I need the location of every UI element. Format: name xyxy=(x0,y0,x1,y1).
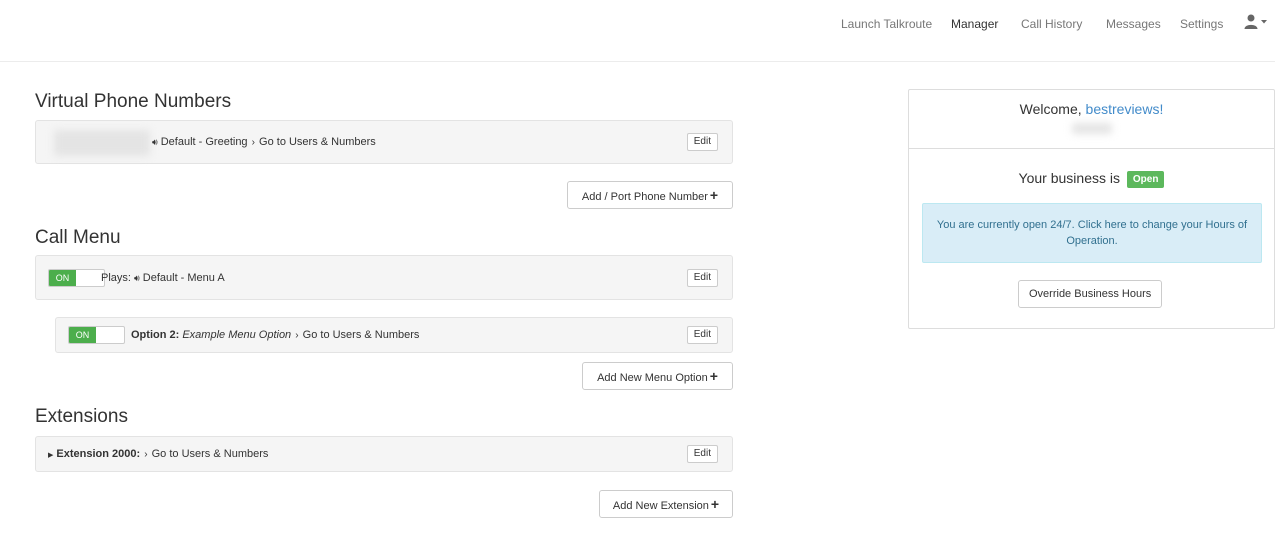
chevron-right-icon: › xyxy=(251,137,255,148)
call-menu-row: ON Plays: 🔊︎ Default - Menu A Edit xyxy=(35,255,733,300)
top-navigation: Launch Talkroute Manager Call History Me… xyxy=(0,0,1275,62)
welcome-message: Welcome, bestreviews! xyxy=(909,101,1274,117)
chevron-right-icon: › xyxy=(144,449,148,460)
nav-manager[interactable]: Manager xyxy=(951,17,998,31)
menu-name: Default - Menu A xyxy=(142,271,225,284)
extension-row: ▶ Extension 2000: › Go to Users & Numbers… xyxy=(35,436,733,472)
hours-of-operation-notice[interactable]: You are currently open 24/7. Click here … xyxy=(922,203,1262,263)
add-new-menu-option-button[interactable]: Add New Menu Option + xyxy=(582,362,733,390)
status-badge: Open xyxy=(1126,170,1165,188)
add-new-extension-button[interactable]: Add New Extension + xyxy=(599,490,733,518)
add-port-phone-number-label: Add / Port Phone Number xyxy=(581,191,708,203)
destination-label: Go to Users & Numbers xyxy=(302,329,420,341)
business-status: Your business is Open xyxy=(909,170,1274,188)
destination-label: Go to Users & Numbers xyxy=(259,136,376,148)
menu-option-toggle[interactable]: ON xyxy=(68,326,125,344)
override-business-hours-button[interactable]: Override Business Hours xyxy=(1018,280,1163,308)
business-status-panel: Welcome, bestreviews! Your business is O… xyxy=(908,89,1275,329)
plus-icon: + xyxy=(709,368,718,384)
destination-label: Go to Users & Numbers xyxy=(151,448,269,460)
username-link[interactable]: bestreviews! xyxy=(1086,101,1164,117)
redacted-phone-number xyxy=(54,130,150,156)
plus-icon: + xyxy=(710,496,720,512)
virtual-number-row: 🔊︎ Default - Greeting › Go to Users & Nu… xyxy=(35,120,733,164)
user-menu-icon[interactable] xyxy=(1244,14,1268,30)
speaker-icon[interactable]: 🔊︎ xyxy=(134,273,140,283)
user-icon xyxy=(1244,14,1267,29)
panel-divider xyxy=(909,148,1274,149)
option-name: Example Menu Option xyxy=(182,329,292,341)
extension-details: ▶ Extension 2000: › Go to Users & Numbers xyxy=(48,448,268,460)
welcome-prefix: Welcome, xyxy=(1019,101,1082,117)
chevron-right-icon: › xyxy=(295,330,299,341)
add-port-phone-number-button[interactable]: Add / Port Phone Number + xyxy=(567,181,733,209)
add-menu-option-label: Add New Menu Option xyxy=(597,372,708,384)
edit-menu-option-button[interactable]: Edit xyxy=(686,326,718,344)
virtual-phone-numbers-title: Virtual Phone Numbers xyxy=(35,91,232,112)
toggle-on-label: ON xyxy=(49,269,76,286)
virtual-number-routing: 🔊︎ Default - Greeting › Go to Users & Nu… xyxy=(152,136,376,148)
menu-option-details: Option 2: Example Menu Option › Go to Us… xyxy=(131,329,419,341)
nav-settings[interactable]: Settings xyxy=(1180,17,1223,31)
edit-call-menu-button[interactable]: Edit xyxy=(686,268,718,287)
nav-launch-talkroute[interactable]: Launch Talkroute xyxy=(841,17,932,31)
business-prefix: Your business is xyxy=(1018,170,1120,186)
redacted-account-info xyxy=(1072,123,1112,134)
greeting-label: Default - Greeting xyxy=(160,136,248,148)
call-menu-toggle[interactable]: ON xyxy=(48,268,105,287)
edit-virtual-number-button[interactable]: Edit xyxy=(686,133,718,151)
menu-option-row: ON Option 2: Example Menu Option › Go to… xyxy=(55,317,733,353)
plus-icon: + xyxy=(709,187,719,203)
edit-extension-button[interactable]: Edit xyxy=(686,445,718,463)
call-menu-title: Call Menu xyxy=(35,227,121,248)
call-menu-plays: Plays: 🔊︎ Default - Menu A xyxy=(101,272,225,284)
add-extension-label: Add New Extension xyxy=(612,500,709,512)
toggle-on-label: ON xyxy=(69,327,96,343)
extension-label: Extension 2000: xyxy=(56,448,141,460)
speaker-icon[interactable]: 🔊︎ xyxy=(152,137,158,147)
nav-call-history[interactable]: Call History xyxy=(1021,17,1082,31)
caret-right-icon[interactable]: ▶ xyxy=(48,452,53,459)
option-number-label: Option 2: xyxy=(131,329,180,341)
nav-messages[interactable]: Messages xyxy=(1106,17,1161,31)
extensions-title: Extensions xyxy=(35,406,128,427)
plays-label: Plays: xyxy=(101,271,131,284)
